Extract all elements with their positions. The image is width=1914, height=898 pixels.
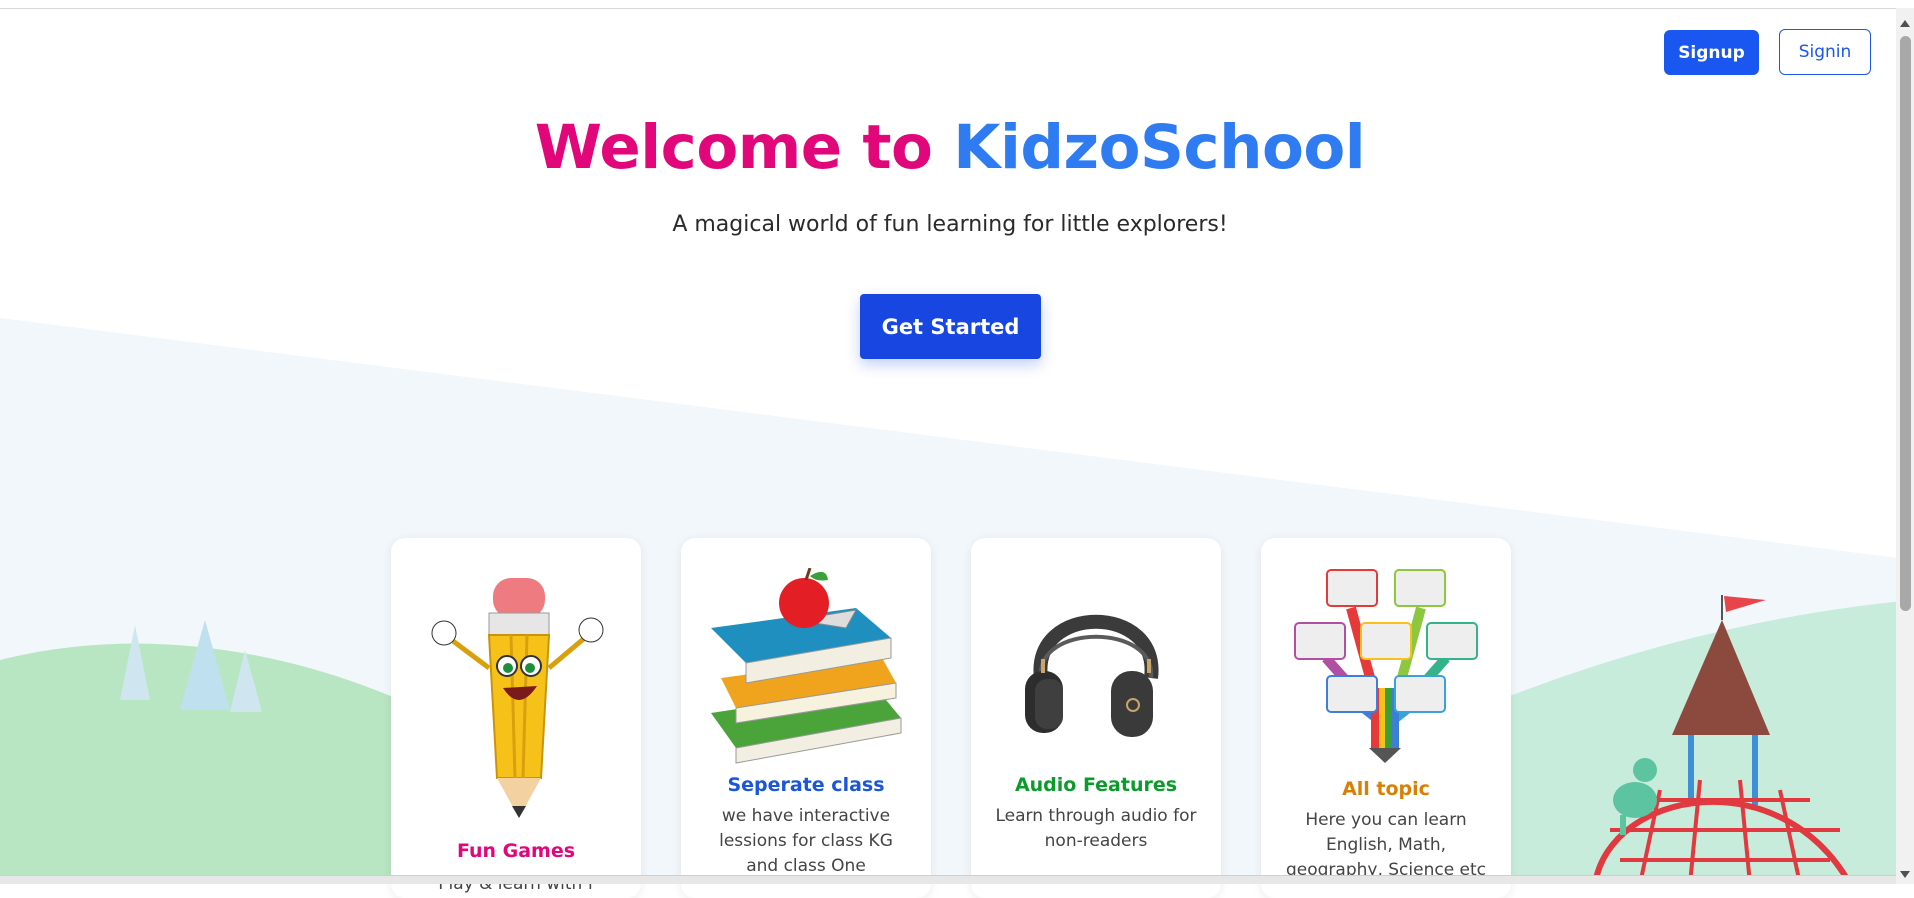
feature-card-fun-games[interactable]: Fun Games Play & learn with f	[391, 538, 641, 898]
feature-title: All topic	[1342, 778, 1430, 800]
title-welcome: Welcome to	[534, 112, 933, 183]
signup-button[interactable]: Signup	[1664, 30, 1759, 75]
books-apple-icon	[711, 568, 902, 764]
hero-subtitle: A magical world of fun learning for litt…	[672, 212, 1228, 237]
browser-top-border	[0, 0, 1914, 9]
feature-description: we have interactive lessions for class K…	[719, 806, 893, 876]
feature-card-seperate-class[interactable]: Seperate class we have interactive lessi…	[681, 538, 931, 898]
headphones-icon	[1025, 614, 1159, 737]
feature-card-audio-features[interactable]: Audio Features Learn through audio for n…	[971, 538, 1221, 898]
feature-title: Audio Features	[1014, 774, 1178, 796]
feature-description: Here you can learn English, Math, geogra…	[1285, 810, 1487, 880]
horizontal-scroll-edge	[0, 875, 1896, 884]
scroll-thumb[interactable]	[1900, 36, 1911, 611]
vertical-scrollbar[interactable]	[1896, 8, 1914, 884]
signin-button[interactable]: Signin	[1779, 29, 1871, 75]
get-started-button[interactable]: Get Started	[860, 294, 1041, 359]
feature-card-all-topic[interactable]: All topic Here you can learn English, Ma…	[1261, 538, 1511, 898]
feature-title: Seperate class	[727, 774, 885, 796]
topic-tree-icon	[1294, 569, 1478, 763]
title-brand: KidzoSchool	[953, 112, 1366, 183]
feature-description: Learn through audio for non-readers	[995, 806, 1197, 851]
scroll-down-arrow-icon[interactable]	[1900, 871, 1910, 878]
pencil-mascot-icon	[431, 578, 604, 818]
page-title: Welcome to KidzoSchool	[0, 112, 1900, 183]
feature-title: Fun Games	[456, 840, 576, 862]
scroll-up-arrow-icon[interactable]	[1900, 20, 1910, 27]
